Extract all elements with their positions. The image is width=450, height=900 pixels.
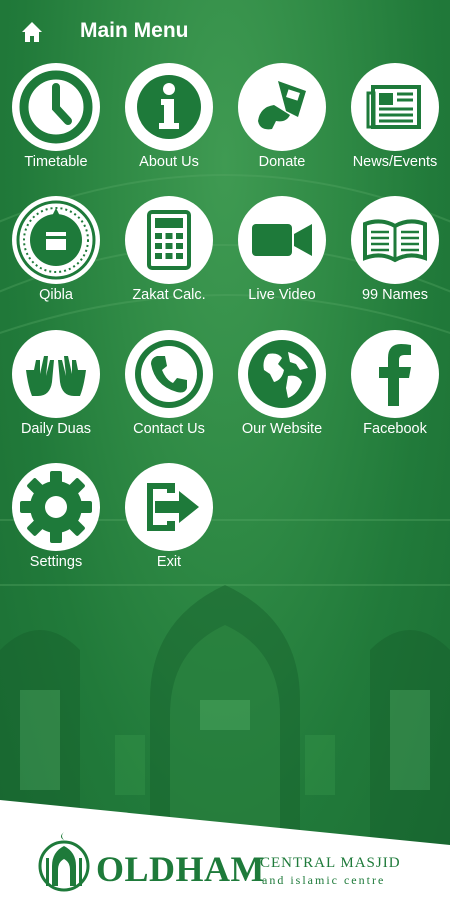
- menu-item-donate[interactable]: Donate: [226, 63, 338, 183]
- menu-item-news-events[interactable]: News/Events: [339, 63, 450, 183]
- open-book-icon: [351, 196, 439, 284]
- menu-label-zakat-calc: Zakat Calc.: [132, 287, 206, 303]
- phone-icon: [125, 330, 213, 418]
- menu-label-exit: Exit: [156, 554, 182, 570]
- menu-item-our-website[interactable]: Our Website: [226, 330, 338, 450]
- menu-item-settings[interactable]: Settings: [0, 463, 112, 583]
- menu-item-exit[interactable]: Exit: [113, 463, 225, 583]
- menu-item-daily-duas[interactable]: Daily Duas: [0, 330, 112, 450]
- menu-label-donate: Donate: [258, 154, 306, 170]
- logo-text-islamic-centre: and islamic centre: [262, 873, 386, 887]
- home-icon[interactable]: [18, 18, 46, 46]
- praying-hands-icon: [12, 330, 100, 418]
- gear-icon: [12, 463, 100, 551]
- calculator-icon: [125, 196, 213, 284]
- menu-item-live-video[interactable]: Live Video: [226, 196, 338, 316]
- menu-label-about-us: About Us: [139, 154, 199, 170]
- menu-item-contact-us[interactable]: Contact Us: [113, 330, 225, 450]
- menu-label-settings: Settings: [29, 554, 83, 570]
- video-camera-icon: [238, 196, 326, 284]
- menu-item-facebook[interactable]: Facebook: [339, 330, 450, 450]
- menu-label-99-names: 99 Names: [361, 287, 429, 303]
- oldham-central-masjid-logo: OLDHAM CENTRAL MASJID and islamic centre: [38, 828, 418, 898]
- app-header: Main Menu: [0, 0, 450, 64]
- menu-item-qibla[interactable]: Qibla: [0, 196, 112, 316]
- menu-label-qibla: Qibla: [39, 287, 73, 303]
- menu-label-contact-us: Contact Us: [133, 421, 205, 437]
- facebook-icon: [351, 330, 439, 418]
- menu-label-live-video: Live Video: [248, 287, 316, 303]
- info-icon: [125, 63, 213, 151]
- menu-label-daily-duas: Daily Duas: [20, 421, 92, 437]
- menu-label-facebook: Facebook: [363, 421, 427, 437]
- exit-icon: [125, 463, 213, 551]
- donate-hand-icon: [238, 63, 326, 151]
- globe-icon: [238, 330, 326, 418]
- main-menu-screen: Main Menu Timetable About Us Donate News…: [0, 0, 450, 900]
- menu-label-news-events: News/Events: [352, 154, 438, 170]
- menu-label-our-website: Our Website: [241, 421, 323, 437]
- menu-label-timetable: Timetable: [24, 154, 88, 170]
- menu-item-zakat-calc[interactable]: Zakat Calc.: [113, 196, 225, 316]
- menu-item-99-names[interactable]: 99 Names: [339, 196, 450, 316]
- logo-text-central-masjid: CENTRAL MASJID: [260, 855, 401, 871]
- page-title: Main Menu: [80, 19, 189, 42]
- menu-item-timetable[interactable]: Timetable: [0, 63, 112, 183]
- qibla-compass-icon: [12, 196, 100, 284]
- logo-text-oldham: OLDHAM: [96, 849, 265, 889]
- mosque-logo-icon: [38, 832, 90, 892]
- newspaper-icon: [351, 63, 439, 151]
- menu-item-about-us[interactable]: About Us: [113, 63, 225, 183]
- clock-icon: [12, 63, 100, 151]
